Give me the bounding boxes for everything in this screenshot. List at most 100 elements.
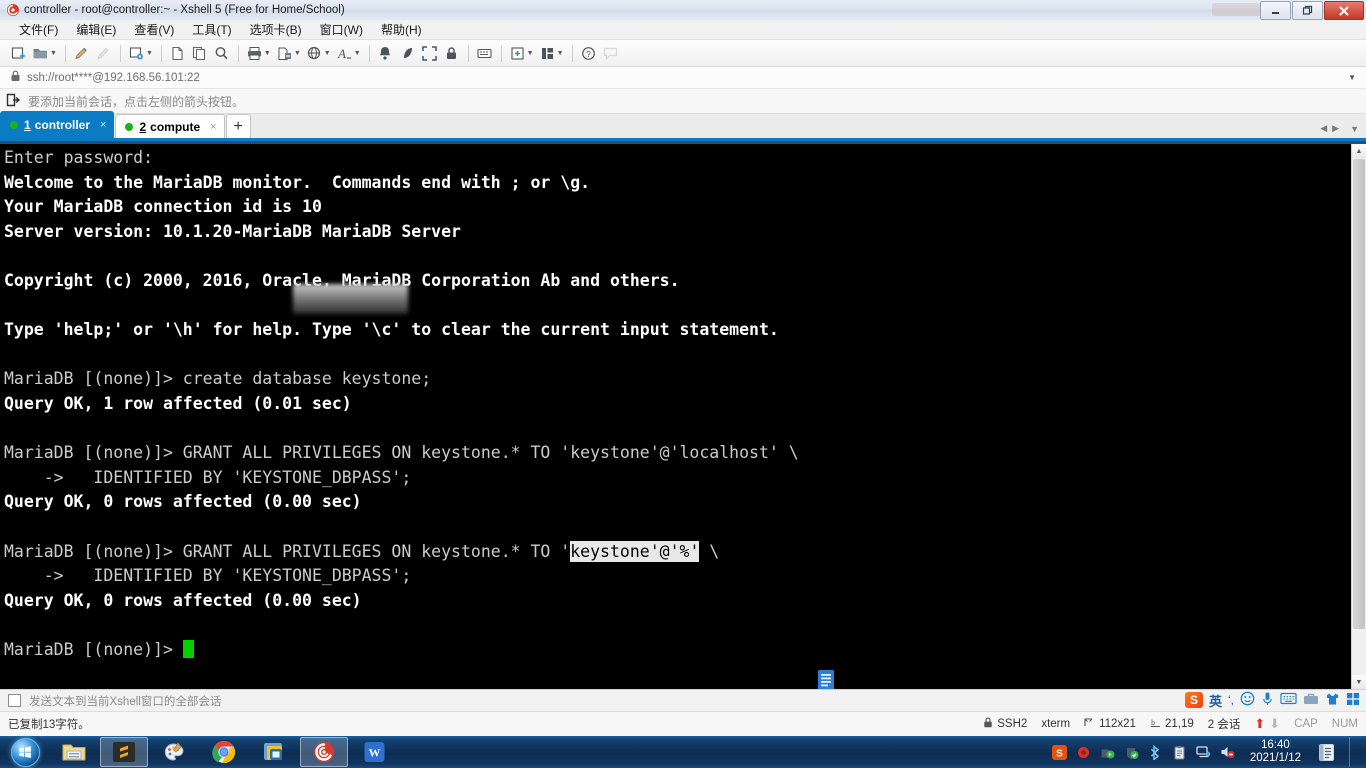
session-properties-button[interactable]: ▼ xyxy=(126,42,155,64)
download-manager-icon[interactable] xyxy=(1100,744,1116,760)
menu-window[interactable]: 窗口(W) xyxy=(311,19,372,40)
chevron-down-icon[interactable]: ▼ xyxy=(146,50,153,57)
menu-file[interactable]: 文件(F) xyxy=(10,19,67,40)
chevron-down-icon[interactable]: ▼ xyxy=(50,50,57,57)
tab-prev-icon[interactable]: ◀ xyxy=(1320,123,1327,134)
lock-icon xyxy=(10,70,21,85)
menu-edit[interactable]: 编辑(E) xyxy=(67,19,125,40)
security-shield-icon[interactable] xyxy=(1124,744,1140,760)
soft-keyboard-icon[interactable] xyxy=(1280,692,1297,708)
red-dot-icon[interactable] xyxy=(1076,744,1092,760)
taskbar-sublime-text-icon[interactable] xyxy=(100,737,148,767)
send-to-all-checkbox[interactable] xyxy=(8,694,21,707)
copy-session-button[interactable] xyxy=(167,42,188,64)
add-panel-button[interactable]: ▼ xyxy=(507,42,536,64)
terminal-line-with-selection: MariaDB [(none)]> GRANT ALL PRIVILEGES O… xyxy=(4,540,1352,565)
open-folder-button[interactable]: ▼ xyxy=(30,42,59,64)
minimize-button[interactable] xyxy=(1260,1,1291,20)
print-button[interactable]: ▼ xyxy=(244,42,273,64)
tab-menu-icon[interactable]: ▼ xyxy=(1350,124,1359,134)
tab-controller[interactable]: 1 controller × xyxy=(0,111,115,138)
svg-text:A: A xyxy=(337,46,346,61)
volume-muted-icon[interactable] xyxy=(1220,744,1236,760)
taskbar-chrome-icon[interactable] xyxy=(200,737,248,767)
close-button[interactable] xyxy=(1324,1,1364,20)
pencil-button[interactable] xyxy=(71,42,92,64)
apps-icon[interactable] xyxy=(1346,692,1360,709)
chevron-down-icon[interactable]: ▼ xyxy=(264,50,271,57)
help-button[interactable]: ? xyxy=(578,42,599,64)
globe-button[interactable]: ▼ xyxy=(304,42,333,64)
menu-tools[interactable]: 工具(T) xyxy=(183,19,240,40)
taskbar-wps-icon[interactable]: W xyxy=(350,737,398,767)
tab-compute[interactable]: 2 compute × xyxy=(115,114,225,138)
status-traffic: ⬆ ⬇ xyxy=(1254,716,1280,732)
terminal-screen[interactable]: Enter password: Welcome to the MariaDB m… xyxy=(0,144,1366,689)
emoji-icon[interactable] xyxy=(1240,691,1255,709)
tab-close-icon[interactable]: × xyxy=(100,119,106,131)
taskbar-clock[interactable]: 16:40 2021/1/12 xyxy=(1244,739,1307,765)
start-button[interactable] xyxy=(2,737,48,767)
toolbox-icon[interactable] xyxy=(1303,692,1319,708)
paste-button[interactable] xyxy=(189,42,210,64)
chevron-down-icon[interactable]: ▼ xyxy=(1348,73,1360,82)
action-center-icon[interactable] xyxy=(1315,741,1337,763)
tab-status-dot xyxy=(125,122,134,131)
tab-close-icon[interactable]: × xyxy=(210,121,216,133)
tab-nav-controls: ◀ ▶ ▼ xyxy=(1320,123,1366,138)
taskbar-explorer-icon[interactable] xyxy=(50,737,98,767)
taskbar-xshell-icon[interactable] xyxy=(300,737,348,767)
status-sessions: 2 会话 xyxy=(1207,719,1241,731)
show-desktop-button[interactable] xyxy=(1349,737,1362,767)
new-session-button[interactable] xyxy=(8,42,29,64)
punctuation-icon[interactable]: ʻ, xyxy=(1228,693,1234,707)
terminal-cursor xyxy=(182,639,194,658)
selected-text[interactable]: keystone'@'%' xyxy=(570,540,700,562)
bluetooth-icon[interactable] xyxy=(1148,744,1164,760)
menu-tabs[interactable]: 选项卡(B) xyxy=(241,19,311,40)
scroll-up-arrow-icon[interactable]: ▲ xyxy=(1352,144,1366,158)
toolbar-separator xyxy=(500,44,502,62)
transfer-button[interactable]: ▼ xyxy=(274,42,303,64)
network-icon[interactable] xyxy=(1196,744,1212,760)
fullscreen-button[interactable] xyxy=(419,42,440,64)
skin-icon[interactable] xyxy=(1325,692,1340,709)
taskbar-vmware-icon[interactable] xyxy=(250,737,298,767)
status-size: 112x21 xyxy=(1084,717,1136,731)
menu-view[interactable]: 查看(V) xyxy=(125,19,183,40)
terminal-line: Welcome to the MariaDB monitor. Commands… xyxy=(4,172,591,192)
chevron-down-icon[interactable]: ▼ xyxy=(294,50,301,57)
taskbar-paint-icon[interactable] xyxy=(150,737,198,767)
chevron-down-icon[interactable]: ▼ xyxy=(324,50,331,57)
terminal-line: Query OK, 1 row affected (0.01 sec) xyxy=(4,393,352,413)
sogou-tray-icon[interactable]: S xyxy=(1052,744,1068,760)
leaf-button[interactable] xyxy=(397,42,418,64)
menu-help[interactable]: 帮助(H) xyxy=(372,19,431,40)
lock-button[interactable] xyxy=(441,42,462,64)
sogou-logo-icon[interactable]: S xyxy=(1184,692,1203,708)
chevron-down-icon[interactable]: ▼ xyxy=(557,50,564,57)
favorites-hint-text: 要添加当前会话，点击左侧的箭头按钮。 xyxy=(28,94,245,109)
toolbar-separator xyxy=(119,44,121,62)
tab-next-icon[interactable]: ▶ xyxy=(1332,123,1339,134)
add-to-favorites-icon[interactable] xyxy=(6,93,21,110)
keyboard-button[interactable] xyxy=(474,42,495,64)
microphone-icon[interactable] xyxy=(1261,691,1274,709)
scroll-down-arrow-icon[interactable]: ▼ xyxy=(1352,675,1366,689)
address-bar[interactable]: ssh://root****@192.168.56.101:22 ▼ xyxy=(0,67,1366,89)
new-tab-button[interactable]: + xyxy=(225,114,251,138)
chevron-down-icon[interactable]: ▼ xyxy=(354,50,361,57)
terminal-prompt-line: MariaDB [(none)]> xyxy=(4,638,1352,663)
clipboard-icon[interactable] xyxy=(1172,744,1188,760)
chevron-down-icon[interactable]: ▼ xyxy=(527,50,534,57)
font-button[interactable]: A ▼ xyxy=(334,42,363,64)
layout-button[interactable]: ▼ xyxy=(537,42,566,64)
find-button[interactable] xyxy=(211,42,232,64)
restore-button[interactable] xyxy=(1292,1,1323,20)
ime-mode-label[interactable]: 英 xyxy=(1209,691,1222,710)
bell-button[interactable] xyxy=(375,42,396,64)
terminal-scrollbar[interactable]: ▲ ▼ xyxy=(1351,144,1366,689)
windows-taskbar: W S 16:40 2021/1/12 xyxy=(0,736,1366,768)
toolbar-separator xyxy=(368,44,370,62)
scrollbar-thumb[interactable] xyxy=(1353,159,1365,629)
